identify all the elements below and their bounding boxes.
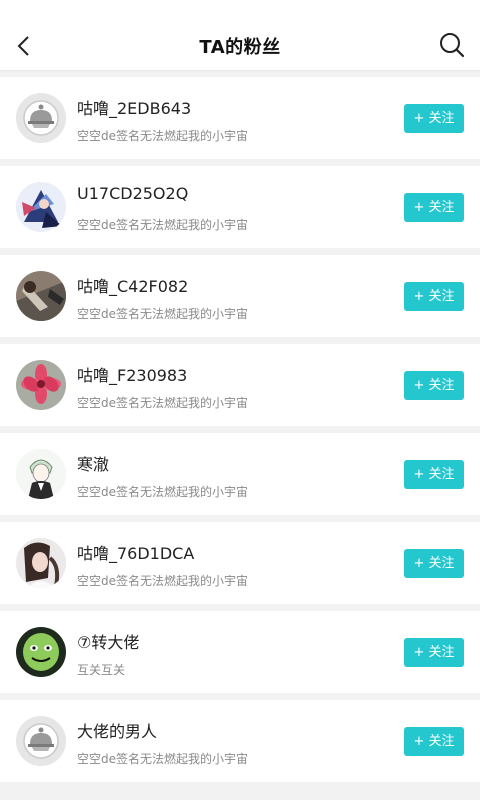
follower-name: 咕噜_C42F082: [77, 277, 189, 296]
follower-name: 大佬的男人: [77, 722, 158, 741]
list-item[interactable]: 咕噜_2EDB643 空空de签名无法燃起我的小宇宙 + 关注: [0, 77, 480, 159]
follower-signature: 空空de签名无法燃起我的小宇宙: [77, 218, 249, 232]
follow-button[interactable]: + 关注: [404, 549, 464, 578]
follower-list: 咕噜_2EDB643 空空de签名无法燃起我的小宇宙 + 关注 U17CD25O…: [0, 77, 480, 789]
follow-button[interactable]: + 关注: [404, 727, 464, 756]
portrait-avatar[interactable]: [16, 538, 66, 588]
follow-button[interactable]: + 关注: [404, 104, 464, 133]
search-icon[interactable]: [438, 31, 466, 59]
meme-avatar[interactable]: [16, 627, 66, 677]
follower-name: U17CD25O2Q: [77, 184, 189, 203]
follower-signature: 空空de签名无法燃起我的小宇宙: [77, 307, 249, 321]
follower-name: 咕噜_76D1DCA: [77, 544, 195, 563]
list-item[interactable]: ⑦转大佬 互关互关 + 关注: [0, 611, 480, 693]
follow-button[interactable]: + 关注: [404, 282, 464, 311]
page-title: TA的粉丝: [199, 37, 281, 58]
photo-avatar[interactable]: [16, 271, 66, 321]
default-avatar[interactable]: [16, 716, 66, 766]
list-item[interactable]: 咕噜_F230983 空空de签名无法燃起我的小宇宙 + 关注: [0, 344, 480, 426]
list-item[interactable]: 大佬的男人 空空de签名无法燃起我的小宇宙 + 关注: [0, 700, 480, 782]
follow-button[interactable]: + 关注: [404, 638, 464, 667]
follower-name: ⑦转大佬: [77, 633, 140, 652]
follow-button[interactable]: + 关注: [404, 193, 464, 222]
anime-avatar[interactable]: [16, 182, 66, 232]
sketch-avatar[interactable]: [16, 449, 66, 499]
default-avatar[interactable]: [16, 93, 66, 143]
follower-signature: 空空de签名无法燃起我的小宇宙: [77, 129, 249, 143]
list-item[interactable]: 咕噜_76D1DCA 空空de签名无法燃起我的小宇宙 + 关注: [0, 522, 480, 604]
flower-avatar[interactable]: [16, 360, 66, 410]
follower-name: 咕噜_F230983: [77, 366, 188, 385]
list-item[interactable]: U17CD25O2Q 空空de签名无法燃起我的小宇宙 + 关注: [0, 166, 480, 248]
list-item[interactable]: 咕噜_C42F082 空空de签名无法燃起我的小宇宙 + 关注: [0, 255, 480, 337]
follower-signature: 空空de签名无法燃起我的小宇宙: [77, 485, 249, 499]
follow-button[interactable]: + 关注: [404, 371, 464, 400]
follower-signature: 空空de签名无法燃起我的小宇宙: [77, 574, 249, 588]
follower-signature: 空空de签名无法燃起我的小宇宙: [77, 752, 249, 766]
follower-signature: 互关互关: [77, 663, 126, 677]
follower-name: 寒澈: [77, 455, 110, 474]
follow-button[interactable]: + 关注: [404, 460, 464, 489]
top-bar: TA的粉丝: [0, 0, 480, 71]
follower-name: 咕噜_2EDB643: [77, 99, 192, 118]
list-item[interactable]: 寒澈 空空de签名无法燃起我的小宇宙 + 关注: [0, 433, 480, 515]
follower-signature: 空空de签名无法燃起我的小宇宙: [77, 396, 249, 410]
